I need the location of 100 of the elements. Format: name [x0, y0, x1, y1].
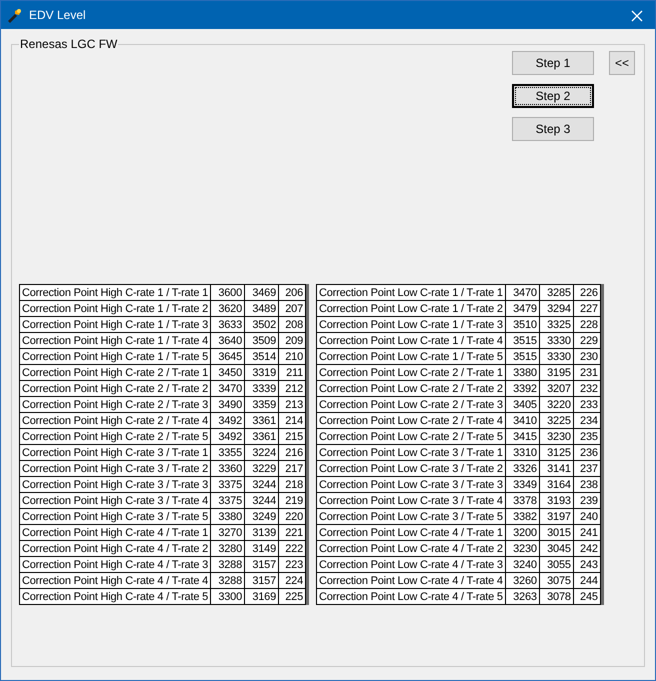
value-cell: 229 — [573, 332, 600, 349]
value-cell: 242 — [573, 540, 600, 557]
value-cell: 3249 — [244, 508, 279, 525]
step-button[interactable]: Step 3 — [512, 117, 594, 142]
value-cell: 206 — [278, 284, 306, 301]
value-cell: 3405 — [505, 396, 540, 413]
value-cell: 226 — [573, 284, 600, 301]
value-cell: 3078 — [539, 588, 574, 605]
value-cell: 3207 — [539, 380, 574, 397]
row-label: Correction Point Low C-rate 3 / T-rate 3 — [316, 476, 506, 493]
value-cell: 224 — [278, 572, 306, 589]
value-cell: 3260 — [505, 572, 540, 589]
value-cell: 3164 — [539, 476, 574, 493]
value-cell: 212 — [278, 380, 306, 397]
row-label: Correction Point Low C-rate 3 / T-rate 5 — [316, 508, 506, 525]
step-button[interactable]: Step 2 — [512, 84, 594, 108]
value-cell: 215 — [278, 428, 306, 445]
row-label: Correction Point High C-rate 2 / T-rate 5 — [20, 428, 211, 445]
value-cell: 3640 — [210, 332, 245, 349]
row-label: Correction Point Low C-rate 1 / T-rate 2 — [316, 300, 506, 317]
row-label: Correction Point High C-rate 3 / T-rate 5 — [20, 508, 211, 525]
row-label: Correction Point High C-rate 2 / T-rate 2 — [20, 380, 211, 397]
row-label: Correction Point Low C-rate 2 / T-rate 2 — [316, 380, 506, 397]
value-cell: 3015 — [539, 524, 574, 541]
value-cell: 222 — [278, 540, 306, 557]
value-cell: 3515 — [505, 332, 540, 349]
row-label: Correction Point Low C-rate 1 / T-rate 4 — [316, 332, 506, 349]
value-cell: 3361 — [244, 412, 279, 429]
value-cell: 3490 — [210, 396, 245, 413]
value-cell: 3489 — [244, 300, 279, 317]
row-label: Correction Point Low C-rate 4 / T-rate 2 — [316, 540, 506, 557]
collapse-button[interactable]: << — [609, 51, 635, 76]
value-cell: 3492 — [210, 412, 245, 429]
row-label: Correction Point High C-rate 1 / T-rate 4 — [20, 332, 211, 349]
value-cell: 216 — [278, 444, 306, 461]
value-cell: 3600 — [210, 284, 245, 301]
value-cell: 3263 — [505, 588, 540, 605]
value-cell: 3470 — [505, 284, 540, 301]
row-label: Correction Point Low C-rate 4 / T-rate 4 — [316, 572, 506, 589]
value-cell: 217 — [278, 460, 306, 477]
value-cell: 3360 — [210, 460, 245, 477]
value-cell: 227 — [573, 300, 600, 317]
value-cell: 245 — [573, 588, 600, 605]
value-cell: 3045 — [539, 540, 574, 557]
value-cell: 3469 — [244, 284, 279, 301]
value-cell: 3224 — [244, 444, 279, 461]
value-cell: 3310 — [505, 444, 540, 461]
value-cell: 3380 — [505, 364, 540, 381]
row-label: Correction Point High C-rate 1 / T-rate 3 — [20, 316, 211, 333]
value-cell: 3633 — [210, 316, 245, 333]
step-button[interactable]: Step 1 — [512, 51, 594, 76]
value-cell: 3055 — [539, 556, 574, 573]
value-cell: 228 — [573, 316, 600, 333]
value-cell: 3349 — [505, 476, 540, 493]
value-cell: 3339 — [244, 380, 279, 397]
value-cell: 3645 — [210, 348, 245, 365]
row-label: Correction Point Low C-rate 4 / T-rate 3 — [316, 556, 506, 573]
value-cell: 3075 — [539, 572, 574, 589]
value-cell: 218 — [278, 476, 306, 493]
value-cell: 3470 — [210, 380, 245, 397]
close-icon[interactable] — [631, 10, 643, 22]
value-cell: 3229 — [244, 460, 279, 477]
value-cell: 3330 — [539, 332, 574, 349]
value-cell: 232 — [573, 380, 600, 397]
value-cell: 234 — [573, 412, 600, 429]
value-cell: 210 — [278, 348, 306, 365]
value-cell: 3225 — [539, 412, 574, 429]
row-label: Correction Point High C-rate 1 / T-rate 2 — [20, 300, 211, 317]
row-label: Correction Point High C-rate 2 / T-rate 4 — [20, 412, 211, 429]
value-cell: 237 — [573, 460, 600, 477]
value-cell: 244 — [573, 572, 600, 589]
value-cell: 3355 — [210, 444, 245, 461]
value-cell: 3244 — [244, 476, 279, 493]
value-cell: 241 — [573, 524, 600, 541]
flashlight-icon — [7, 7, 23, 23]
value-cell: 214 — [278, 412, 306, 429]
row-label: Correction Point High C-rate 4 / T-rate 3 — [20, 556, 211, 573]
value-cell: 3492 — [210, 428, 245, 445]
value-cell: 225 — [278, 588, 306, 605]
row-label: Correction Point High C-rate 3 / T-rate 1 — [20, 444, 211, 461]
value-cell: 3125 — [539, 444, 574, 461]
value-cell: 3169 — [244, 588, 279, 605]
value-cell: 3244 — [244, 492, 279, 509]
value-cell: 3479 — [505, 300, 540, 317]
row-label: Correction Point Low C-rate 2 / T-rate 1 — [316, 364, 506, 381]
row-label: Correction Point High C-rate 4 / T-rate 1 — [20, 524, 211, 541]
value-cell: 238 — [573, 476, 600, 493]
value-cell: 3288 — [210, 556, 245, 573]
value-cell: 3325 — [539, 316, 574, 333]
value-cell: 233 — [573, 396, 600, 413]
value-cell: 3149 — [244, 540, 279, 557]
value-cell: 211 — [278, 364, 306, 381]
value-cell: 3415 — [505, 428, 540, 445]
value-cell: 3359 — [244, 396, 279, 413]
row-label: Correction Point Low C-rate 2 / T-rate 4 — [316, 412, 506, 429]
value-cell: 3220 — [539, 396, 574, 413]
value-cell: 3157 — [244, 572, 279, 589]
row-label: Correction Point High C-rate 4 / T-rate 4 — [20, 572, 211, 589]
value-cell: 213 — [278, 396, 306, 413]
value-cell: 3330 — [539, 348, 574, 365]
